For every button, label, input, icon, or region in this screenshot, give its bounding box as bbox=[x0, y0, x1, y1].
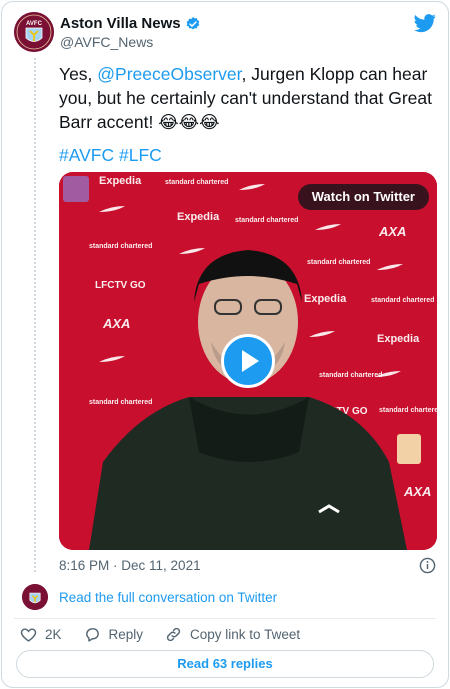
twitter-bird-icon[interactable] bbox=[414, 12, 436, 34]
backdrop-expedia-3: Expedia bbox=[304, 293, 347, 305]
copy-link-label: Copy link to Tweet bbox=[190, 626, 301, 642]
backdrop-standard-chartered-3: standard chartered bbox=[89, 243, 152, 250]
backdrop-axa-3: AXA bbox=[403, 484, 431, 499]
reply-label: Reply bbox=[108, 626, 144, 642]
link-icon bbox=[166, 627, 181, 641]
conversation-row: Read the full conversation on Twitter bbox=[22, 584, 277, 610]
backdrop-axa-2: AXA bbox=[378, 224, 406, 239]
backdrop-standard-chartered-1: standard chartered bbox=[165, 179, 228, 186]
like-count: 2K bbox=[45, 626, 62, 642]
tweet-timestamp[interactable]: 8:16 PM · Dec 11, 2021 bbox=[59, 558, 201, 573]
backdrop-standard-chartered-6: standard chartered bbox=[89, 399, 152, 406]
backdrop-expedia-2: Expedia bbox=[177, 211, 220, 223]
author-display-name[interactable]: Aston Villa News bbox=[60, 15, 181, 32]
read-conversation-link[interactable]: Read the full conversation on Twitter bbox=[59, 590, 277, 605]
tweet-header: AVFC Aston Villa News @AVFC_News bbox=[14, 12, 436, 56]
author-handle[interactable]: @AVFC_News bbox=[60, 34, 153, 50]
backdrop-standard-chartered-2: standard chartered bbox=[235, 217, 298, 224]
info-icon[interactable] bbox=[419, 557, 436, 574]
mention-link[interactable]: @PreeceObserver bbox=[97, 64, 241, 84]
heart-icon bbox=[20, 627, 37, 642]
backdrop-axa-1: AXA bbox=[102, 316, 130, 331]
hashtag-row: #AVFC #LFC bbox=[59, 143, 162, 167]
thread-connector-line bbox=[34, 58, 36, 572]
backdrop-lfctv: LFCTV GO bbox=[95, 280, 146, 291]
hashtag-avfc[interactable]: #AVFC bbox=[59, 145, 114, 165]
backdrop-standard-chartered-7: standard chartered bbox=[319, 372, 382, 379]
tweet-text: Yes, @PreeceObserver, Jurgen Klopp can h… bbox=[59, 62, 439, 134]
copy-link-button[interactable]: Copy link to Tweet bbox=[165, 626, 300, 643]
reply-bubble-icon bbox=[85, 627, 99, 642]
author-avatar[interactable]: AVFC bbox=[14, 12, 54, 52]
backdrop-expedia-1: Expedia bbox=[99, 175, 142, 187]
backdrop-standard-chartered-8: standard chartered bbox=[379, 407, 437, 414]
backdrop-standard-chartered-4: standard chartered bbox=[307, 259, 370, 266]
backdrop-standard-chartered-5: standard chartered bbox=[371, 297, 434, 304]
verified-badge-icon bbox=[185, 16, 201, 32]
author-name-row: Aston Villa News bbox=[60, 15, 201, 32]
video-thumbnail[interactable]: Expedia Expedia Expedia Expedia standard… bbox=[59, 172, 437, 550]
read-replies-button[interactable]: Read 63 replies bbox=[16, 650, 434, 678]
svg-text:AVFC: AVFC bbox=[26, 21, 43, 27]
play-button[interactable] bbox=[221, 334, 275, 388]
play-icon bbox=[242, 350, 259, 372]
hashtag-lfc[interactable]: #LFC bbox=[119, 145, 162, 165]
action-bar: 2K Reply Copy link to Tweet bbox=[20, 624, 322, 644]
backdrop-expedia-4: Expedia bbox=[377, 333, 420, 345]
watch-on-twitter-button[interactable]: Watch on Twitter bbox=[297, 184, 429, 210]
conversation-avatar[interactable] bbox=[22, 584, 48, 610]
reply-button[interactable]: Reply bbox=[84, 626, 144, 643]
tweet-embed-card: AVFC Aston Villa News @AVFC_News Yes, @P… bbox=[1, 1, 449, 688]
tweet-text-intro: Yes, bbox=[59, 64, 98, 84]
divider bbox=[14, 618, 436, 619]
like-button[interactable]: 2K bbox=[20, 626, 62, 643]
